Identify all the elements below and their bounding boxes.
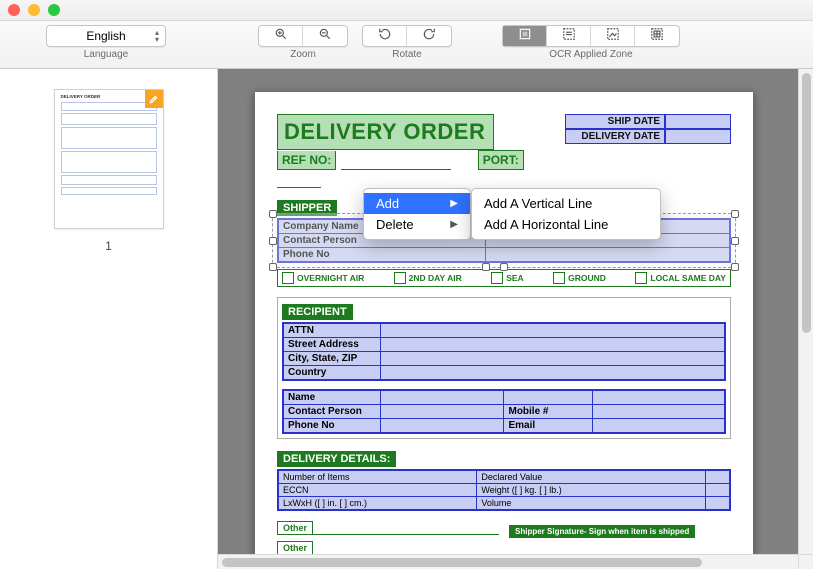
document-page: DELIVERY ORDER REF NO: PORT: SHIP DATE D… bbox=[254, 91, 754, 569]
rotate-right-icon bbox=[422, 27, 436, 46]
page-number-label: 1 bbox=[105, 239, 112, 253]
zone-handle-e[interactable] bbox=[731, 237, 739, 245]
zoom-out-button[interactable] bbox=[303, 26, 347, 46]
horizontal-scroll-thumb[interactable] bbox=[222, 558, 702, 567]
shipper-signature-label: Shipper Signature- Sign when item is shi… bbox=[509, 525, 695, 538]
doc-title: DELIVERY ORDER bbox=[277, 114, 494, 150]
ocr-zone-text-button[interactable] bbox=[547, 26, 591, 46]
scroll-corner bbox=[798, 554, 813, 569]
language-dropdown[interactable]: English ▴▾ bbox=[46, 25, 166, 47]
zone-handle-se[interactable] bbox=[731, 263, 739, 271]
horizontal-scrollbar[interactable] bbox=[218, 554, 798, 569]
ship-date-label: SHIP DATE bbox=[565, 114, 665, 129]
zoom-out-icon bbox=[318, 27, 332, 46]
port-label: PORT: bbox=[478, 150, 524, 170]
recipient-section-label: RECIPIENT bbox=[282, 304, 353, 320]
close-window-button[interactable] bbox=[8, 4, 20, 16]
ocr-zone-image-button[interactable] bbox=[591, 26, 635, 46]
ref-no-label: REF NO: bbox=[277, 151, 336, 170]
edit-badge-icon bbox=[145, 90, 163, 108]
delivery-date-label: DELIVERY DATE bbox=[565, 129, 665, 144]
page-thumbnail[interactable]: DELIVERY ORDER bbox=[54, 89, 164, 229]
delivery-details-section-label: DELIVERY DETAILS: bbox=[277, 451, 396, 467]
doc-title-block: DELIVERY ORDER REF NO: PORT: bbox=[277, 114, 565, 188]
submenu-add-horizontal-line[interactable]: Add A Horizontal Line bbox=[472, 214, 660, 235]
delivery-details-table: Number of ItemsDeclared Value ECCNWeight… bbox=[277, 469, 731, 511]
rotate-label: Rotate bbox=[392, 49, 421, 60]
context-menu-delete[interactable]: Delete ▶ bbox=[364, 214, 470, 235]
zone-image-icon bbox=[606, 27, 620, 46]
zone-select-icon bbox=[518, 27, 532, 46]
zoom-in-icon bbox=[274, 27, 288, 46]
vertical-scroll-thumb[interactable] bbox=[802, 73, 811, 333]
ocr-zone-select-button[interactable] bbox=[503, 26, 547, 46]
language-label: Language bbox=[84, 49, 129, 60]
context-submenu[interactable]: Add A Vertical Line Add A Horizontal Lin… bbox=[471, 188, 661, 240]
document-canvas[interactable]: DELIVERY ORDER REF NO: PORT: SHIP DATE D… bbox=[218, 69, 813, 569]
vertical-scrollbar[interactable] bbox=[798, 69, 813, 569]
ocr-zone-table-button[interactable] bbox=[635, 26, 679, 46]
zone-handle-sw[interactable] bbox=[269, 263, 277, 271]
submenu-add-vertical-line[interactable]: Add A Vertical Line bbox=[472, 193, 660, 214]
zone-text-icon bbox=[562, 27, 576, 46]
submenu-arrow-icon: ▶ bbox=[450, 219, 458, 230]
context-menu-add[interactable]: Add ▶ bbox=[364, 193, 470, 214]
context-menu[interactable]: Add ▶ Delete ▶ bbox=[363, 188, 471, 240]
ocr-zone-label: OCR Applied Zone bbox=[549, 49, 632, 60]
submenu-arrow-icon: ▶ bbox=[450, 198, 458, 209]
zoom-window-button[interactable] bbox=[48, 4, 60, 16]
zone-table-icon bbox=[650, 27, 664, 46]
rotate-left-button[interactable] bbox=[363, 26, 407, 46]
zoom-in-button[interactable] bbox=[259, 26, 303, 46]
language-value: English bbox=[86, 29, 125, 43]
header-date-box: SHIP DATE DELIVERY DATE bbox=[565, 114, 731, 144]
thumbnail-sidebar: DELIVERY ORDER 1 bbox=[0, 69, 218, 569]
toolbar: English ▴▾ Language Zoom bbox=[0, 21, 813, 69]
zone-handle-w[interactable] bbox=[269, 237, 277, 245]
recipient-table-1: ATTN Street Address City, State, ZIP Cou… bbox=[282, 322, 726, 381]
ship-method-row: OVERNIGHT AIR 2ND DAY AIR SEA GROUND LOC… bbox=[277, 269, 731, 287]
window-titlebar bbox=[0, 0, 813, 21]
rotate-left-icon bbox=[378, 27, 392, 46]
rotate-right-button[interactable] bbox=[407, 26, 451, 46]
zoom-label: Zoom bbox=[290, 49, 316, 60]
zone-handle-nw[interactable] bbox=[269, 210, 277, 218]
recipient-table-2: Name Contact PersonMobile # Phone NoEmai… bbox=[282, 389, 726, 434]
minimize-window-button[interactable] bbox=[28, 4, 40, 16]
zone-handle-s[interactable] bbox=[500, 263, 508, 271]
zone-col-handle-bot[interactable] bbox=[482, 263, 490, 271]
zone-handle-ne[interactable] bbox=[731, 210, 739, 218]
chevron-updown-icon: ▴▾ bbox=[155, 29, 159, 43]
